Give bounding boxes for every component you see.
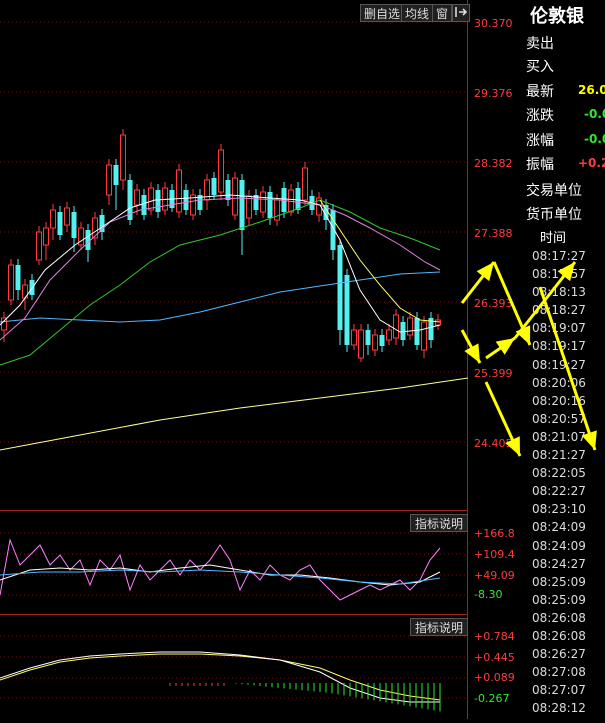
annotation-arrow-head: [495, 338, 515, 355]
annotation-arrow: [460, 329, 482, 364]
annotation-arrow: [538, 286, 597, 451]
annotation-arrows: [460, 261, 597, 457]
annotation-arrow-shaft: [538, 286, 597, 451]
annotation-arrow: [492, 261, 532, 346]
annotation-arrow: [460, 261, 496, 304]
annotation-arrow-head: [581, 430, 597, 450]
annotation-arrow-head: [476, 262, 494, 282]
annotation-arrow: [484, 381, 522, 457]
annotation-arrow: [485, 336, 516, 360]
annotation-arrow-head: [557, 262, 575, 282]
